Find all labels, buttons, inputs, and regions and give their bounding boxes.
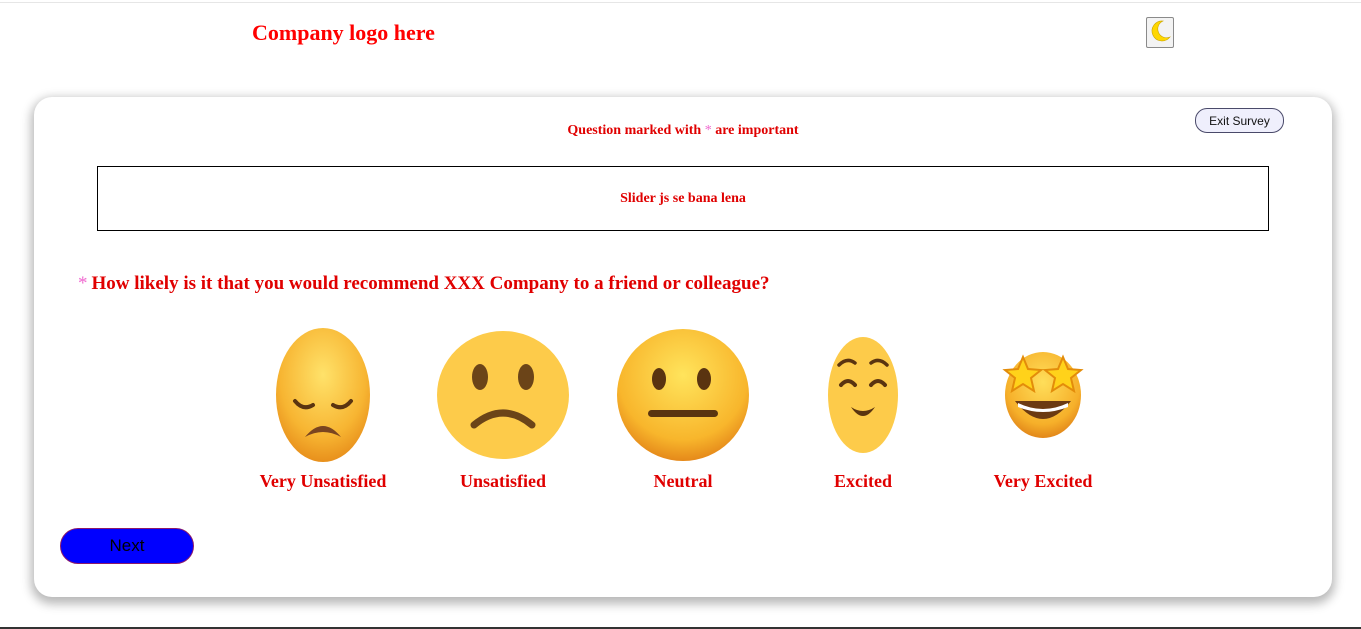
next-button[interactable]: Next — [60, 528, 194, 564]
star-struck-face-icon — [1002, 352, 1084, 438]
frowning-face-icon — [437, 331, 569, 459]
rating-option-very-excited[interactable]: Very Excited — [963, 325, 1123, 495]
theme-toggle-button[interactable] — [1146, 17, 1174, 48]
rating-option-neutral[interactable]: Neutral — [603, 325, 763, 495]
rating-option-excited[interactable]: Excited — [783, 325, 943, 495]
company-logo: Company logo here — [252, 20, 435, 45]
relieved-face-icon — [828, 337, 898, 453]
moon-icon — [1148, 19, 1172, 46]
rating-option-very-unsatisfied[interactable]: Very Unsatisfied — [243, 325, 403, 495]
survey-card: Exit Survey Question marked with * are i… — [34, 97, 1332, 597]
top-divider — [0, 2, 1361, 3]
disappointed-face-icon — [276, 328, 370, 462]
neutral-face-icon — [617, 329, 749, 461]
rating-option-unsatisfied[interactable]: Unsatisfied — [423, 325, 583, 495]
rating-options: Very Unsatisfied Unsatisfied Neutral Exc… — [34, 97, 1332, 597]
